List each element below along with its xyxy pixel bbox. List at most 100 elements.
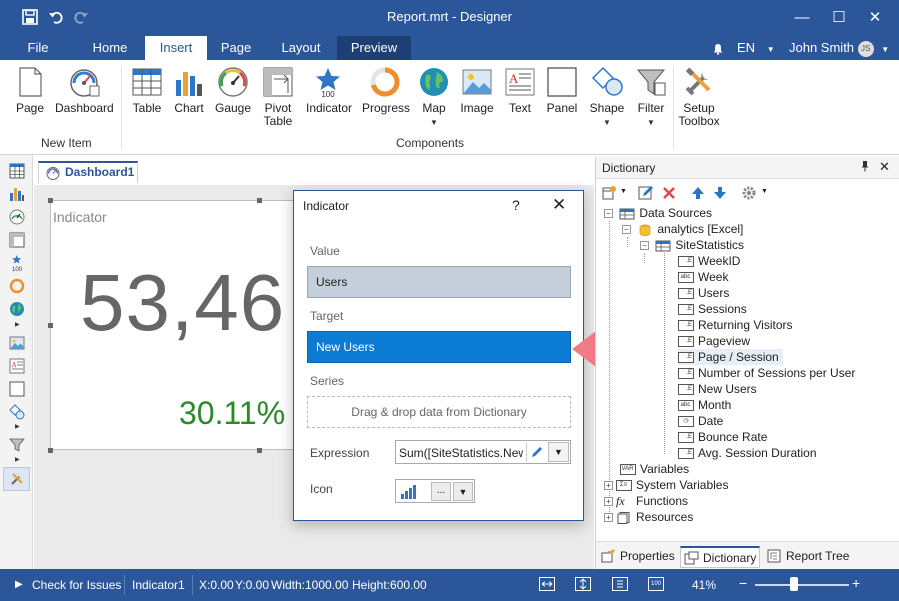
column-item[interactable]: .E Users [678, 285, 729, 301]
image-icon[interactable] [9, 335, 25, 351]
tree-item-resources[interactable]: + Resources [604, 509, 693, 525]
panel-icon[interactable] [9, 381, 25, 397]
filter-icon[interactable] [9, 437, 25, 453]
column-item[interactable]: .E Sessions [678, 301, 747, 317]
column-item[interactable]: .E Page / Session [678, 349, 783, 365]
tree-item-table[interactable]: − SiteStatistics [640, 237, 744, 253]
column-item[interactable]: .E WeekID [678, 253, 740, 269]
tab-page[interactable]: Page [207, 36, 265, 60]
resize-handle[interactable] [257, 198, 262, 203]
tree-item-connection[interactable]: − analytics [Excel] [622, 221, 743, 237]
bar-chart-icon[interactable] [9, 186, 25, 202]
column-item[interactable]: .E Returning Visitors [678, 317, 793, 333]
setup-toolbox-button[interactable]: Setup Toolbox [677, 66, 721, 128]
close-panel-button[interactable]: ✕ [879, 159, 890, 175]
icon-dropdown-button[interactable]: ▼ [453, 482, 473, 501]
expression-field[interactable]: Sum([SiteStatistics.New U ▼ [395, 440, 571, 464]
collapse-icon[interactable]: − [604, 209, 613, 219]
column-item[interactable]: abc Week [678, 269, 728, 285]
play-icon[interactable]: ▶ [15, 579, 23, 590]
progress-icon[interactable] [9, 278, 25, 294]
shape-icon[interactable] [9, 404, 25, 420]
column-item[interactable]: .E Number of Sessions per User [678, 365, 855, 381]
tree-item-functions[interactable]: + fx Functions [604, 493, 688, 509]
fit-height-icon[interactable] [575, 577, 591, 591]
tab-properties[interactable]: Properties [598, 546, 678, 568]
column-item[interactable]: abc Month [678, 397, 731, 413]
pivot-table-icon[interactable] [9, 232, 25, 248]
value-field[interactable]: Users [307, 266, 571, 298]
setup-toolbox-tool[interactable] [3, 467, 30, 491]
new-item-icon[interactable] [601, 185, 617, 201]
image-button[interactable]: Image [460, 66, 494, 115]
edit-expression-button[interactable] [526, 442, 546, 462]
tab-report-tree[interactable]: Report Tree [764, 546, 854, 568]
tree-item-variables[interactable]: VAR Variables [620, 461, 689, 477]
tree-item-data-sources[interactable]: − Data Sources [604, 205, 712, 221]
expand-icon[interactable]: + [604, 513, 613, 523]
expand-icon[interactable]: + [604, 481, 613, 491]
shape-button[interactable]: Shape ▼ [589, 66, 625, 129]
gear-icon[interactable] [741, 185, 757, 201]
chart-button[interactable]: Chart [172, 66, 206, 115]
one-page-icon[interactable] [612, 577, 628, 591]
dialog-close-button[interactable]: ✕ [552, 195, 566, 215]
map-button[interactable]: Map ▼ [416, 66, 452, 129]
gauge-button[interactable]: Gauge [214, 66, 252, 115]
collapse-icon[interactable]: − [640, 241, 649, 251]
column-item[interactable]: .E Pageview [678, 333, 750, 349]
series-drop-zone[interactable]: Drag & drop data from Dictionary [307, 396, 571, 428]
text-button[interactable]: A Text [503, 66, 537, 115]
filter-button[interactable]: Filter ▼ [634, 66, 668, 129]
zoom-100-icon[interactable]: 100 [648, 577, 664, 591]
pivot-table-button[interactable]: Pivot Table [260, 66, 296, 128]
gauge-icon[interactable] [9, 209, 25, 225]
zoom-slider-thumb[interactable] [789, 577, 798, 591]
column-item[interactable]: .E New Users [678, 381, 757, 397]
collapse-icon[interactable]: − [622, 225, 631, 235]
tree-item-system-variables[interactable]: + Σ≡ System Variables [604, 477, 728, 493]
column-item[interactable]: ◷ Date [678, 413, 723, 429]
bell-icon[interactable] [712, 36, 724, 60]
icon-browse-button[interactable]: ... [431, 482, 451, 501]
icon-picker[interactable]: ... ▼ [395, 479, 475, 503]
tab-dictionary[interactable]: Dictionary [680, 546, 760, 568]
check-issues-button[interactable]: Check for Issues [32, 578, 121, 592]
tab-home[interactable]: Home [80, 36, 140, 60]
tab-dashboard1[interactable]: Dashboard1 [38, 161, 138, 183]
expand-icon[interactable]: + [604, 497, 613, 507]
chevron-down-icon[interactable]: ▼ [620, 188, 627, 195]
tab-preview[interactable]: Preview [337, 36, 411, 60]
globe-icon[interactable] [9, 301, 25, 317]
maximize-button[interactable]: ☐ [826, 6, 852, 28]
column-item[interactable]: .E Avg. Session Duration [678, 445, 817, 461]
fit-width-icon[interactable] [539, 577, 555, 591]
zoom-out-button[interactable]: − [739, 575, 747, 591]
tab-file[interactable]: File [16, 36, 60, 60]
new-page-button[interactable]: Page [12, 66, 48, 115]
resize-handle[interactable] [257, 448, 262, 453]
zoom-in-button[interactable]: + [852, 575, 860, 591]
delete-icon[interactable] [661, 185, 677, 201]
column-item[interactable]: .E Bounce Rate [678, 429, 767, 445]
minimize-button[interactable]: — [789, 6, 815, 28]
progress-button[interactable]: Progress [362, 66, 410, 115]
close-window-button[interactable]: ✕ [862, 6, 888, 28]
indicator-icon[interactable]: 100 [9, 255, 25, 271]
move-up-icon[interactable] [690, 185, 706, 201]
table-icon[interactable] [9, 163, 25, 179]
user-menu[interactable]: John Smith JS ▼ [789, 36, 889, 60]
language-selector[interactable]: EN ▼ [737, 36, 775, 60]
indicator-button[interactable]: 100 Indicator [306, 66, 352, 115]
text-icon[interactable]: A [9, 358, 25, 374]
tab-insert[interactable]: Insert [145, 36, 207, 60]
panel-button[interactable]: Panel [545, 66, 579, 115]
help-button[interactable]: ? [512, 197, 520, 213]
tab-layout[interactable]: Layout [269, 36, 333, 60]
new-dashboard-button[interactable]: Dashboard [55, 66, 114, 115]
table-button[interactable]: Table [130, 66, 164, 115]
chevron-down-icon[interactable]: ▼ [761, 188, 768, 195]
pin-icon[interactable] [860, 160, 870, 175]
target-field[interactable]: New Users [307, 331, 571, 363]
zoom-slider-track[interactable] [755, 584, 849, 586]
